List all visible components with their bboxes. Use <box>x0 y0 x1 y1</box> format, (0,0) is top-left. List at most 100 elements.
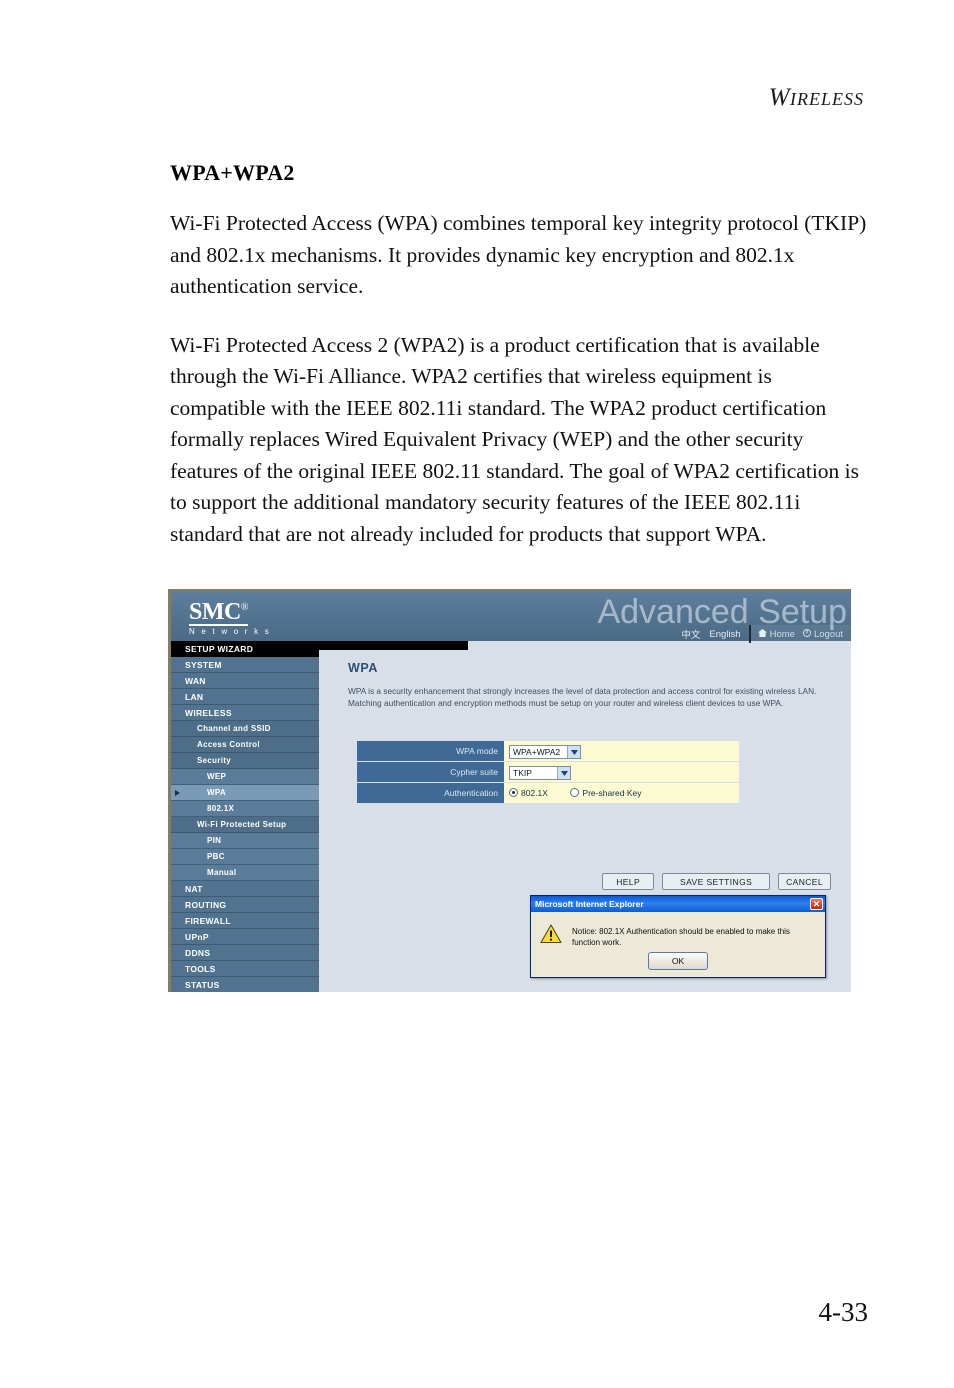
sidebar-item-label: TOOLS <box>185 964 216 974</box>
sidebar-item-tools[interactable]: TOOLS <box>171 961 319 977</box>
authentication-label: Authentication <box>357 782 504 804</box>
close-icon[interactable]: ✕ <box>810 898 823 910</box>
sidebar-item-label: PIN <box>207 836 222 845</box>
dialog-ok-button[interactable]: OK <box>648 952 708 970</box>
sidebar-item-firewall[interactable]: FIREWALL <box>171 913 319 929</box>
sidebar-item-label: SYSTEM <box>185 660 222 670</box>
sidebar-menu: SETUP WIZARD SYSTEM WAN LAN WIRELESS Channel … <box>171 641 319 992</box>
form-row-cypher-suite: Cypher suite TKIP <box>357 761 739 783</box>
wpa-mode-select[interactable]: WPA+WPA2 <box>509 745 581 759</box>
sidebar-item-manual[interactable]: Manual <box>171 865 319 881</box>
sidebar-item-security[interactable]: Security <box>171 753 319 769</box>
sidebar-item-802-1x[interactable]: 802.1X <box>171 801 319 817</box>
logout-link[interactable]: Logout <box>802 628 843 640</box>
radio-off-icon <box>570 788 580 797</box>
radio-on-icon <box>509 788 518 797</box>
auth-radio-preshared-key[interactable]: Pre-shared Key <box>570 788 641 798</box>
sidebar-item-ddns[interactable]: DDNS <box>171 945 319 961</box>
language-switcher: 中文 English <box>681 625 751 643</box>
paragraph-2: Wi-Fi Protected Access 2 (WPA2) is a pro… <box>170 332 860 546</box>
sidebar-item-lan[interactable]: LAN <box>171 689 319 705</box>
sidebar-item-label: WEP <box>207 772 227 781</box>
home-link-label: Home <box>769 628 795 640</box>
running-header: WIRELESS <box>769 84 864 112</box>
content-description: WPA is a security enhancement that stron… <box>348 686 817 708</box>
dialog-message: Notice: 802.1X Authentication should be … <box>572 927 790 947</box>
sidebar-item-label: FIREWALL <box>185 916 231 926</box>
cypher-suite-label: Cypher suite <box>357 761 504 783</box>
sidebar-item-label: Manual <box>207 868 237 877</box>
auth-radio-8021x[interactable]: 802.1X <box>509 788 548 798</box>
auth-radio-8021x-label: 802.1X <box>521 787 548 798</box>
logout-link-label: Logout <box>813 628 843 640</box>
warning-triangle-icon <box>540 924 562 944</box>
wpa-settings-form: WPA mode WPA+WPA2 Cypher suite TKIP Auth… <box>357 741 739 804</box>
sidebar-item-wpa[interactable]: WPA <box>171 785 319 801</box>
home-link[interactable]: Home <box>757 628 795 640</box>
sidebar-item-label: Access Control <box>197 740 260 749</box>
chevron-down-icon <box>567 746 580 758</box>
sidebar-item-status[interactable]: STATUS <box>171 977 319 992</box>
sidebar-item-label: LAN <box>185 692 204 702</box>
auth-radio-preshared-key-label: Pre-shared Key <box>582 787 642 798</box>
dialog-title-text: Microsoft Internet Explorer <box>535 899 644 909</box>
sidebar-item-label: Security <box>197 756 231 765</box>
page-title: WPA+WPA2 <box>170 160 295 185</box>
sidebar-item-label: DDNS <box>185 948 211 958</box>
wpa-mode-cell: WPA+WPA2 <box>504 741 739 762</box>
sidebar-item-setup-wizard[interactable]: SETUP WIZARD <box>171 641 319 657</box>
sidebar-item-label: Channel and SSID <box>197 724 271 733</box>
document-body: WPA+WPA2 Wi-Fi Protected Access (WPA) co… <box>170 160 870 577</box>
sidebar-item-label: SETUP WIZARD <box>185 644 254 654</box>
sidebar-item-label: ROUTING <box>185 900 227 910</box>
sidebar-item-label: 802.1X <box>207 804 235 813</box>
help-button[interactable]: HELP <box>602 873 655 890</box>
language-english[interactable]: English <box>709 629 740 640</box>
sidebar-item-label: WAN <box>185 676 206 686</box>
cypher-suite-select[interactable]: TKIP <box>509 766 571 780</box>
smc-logo-text: SMC <box>189 599 241 625</box>
page-number: 4-33 <box>818 1297 869 1327</box>
paragraph-1: Wi-Fi Protected Access (WPA) combines te… <box>170 211 867 298</box>
sidebar-item-label: NAT <box>185 884 203 894</box>
system-links: Home Logout <box>750 625 851 643</box>
running-header-rest: IRELESS <box>790 89 864 109</box>
form-actions: HELP SAVE SETTINGS CANCEL <box>602 873 831 890</box>
chevron-down-icon <box>557 767 570 779</box>
language-chinese[interactable]: 中文 <box>681 627 700 641</box>
sidebar-item-routing[interactable]: ROUTING <box>171 897 319 913</box>
form-row-wpa-mode: WPA mode WPA+WPA2 <box>357 741 739 762</box>
router-admin-screenshot: Advanced Setup SMC® N e t w o r k s 中文 E… <box>168 589 851 992</box>
sidebar-item-label: UPnP <box>185 932 209 942</box>
sidebar-item-label: WIRELESS <box>185 708 232 718</box>
sidebar-item-access-control[interactable]: Access Control <box>171 737 319 753</box>
running-header-initial: W <box>768 84 790 111</box>
sidebar-item-upnp[interactable]: UPnP <box>171 929 319 945</box>
browser-alert-dialog: Microsoft Internet Explorer ✕ Notice: 80… <box>530 895 826 978</box>
sidebar-item-label: WPA <box>207 788 226 797</box>
screenshot-header-bar: Advanced Setup SMC® N e t w o r k s 中文 E… <box>171 589 851 643</box>
sidebar-item-wireless[interactable]: WIRELESS <box>171 705 319 721</box>
sidebar-item-pin[interactable]: PIN <box>171 833 319 849</box>
logout-icon <box>802 628 811 640</box>
cypher-suite-selected-value: TKIP <box>513 768 532 778</box>
sidebar-item-label: PBC <box>207 852 225 861</box>
sidebar-item-pbc[interactable]: PBC <box>171 849 319 865</box>
sidebar-item-system[interactable]: SYSTEM <box>171 657 319 673</box>
sidebar-item-wi-fi-protected-setup[interactable]: Wi-Fi Protected Setup <box>171 817 319 833</box>
sidebar-item-wan[interactable]: WAN <box>171 673 319 689</box>
registered-trademark-icon: ® <box>240 602 249 613</box>
cancel-button[interactable]: CANCEL <box>778 873 831 890</box>
sidebar-item-label: STATUS <box>185 980 220 990</box>
smc-logo-mark: SMC® <box>189 596 248 626</box>
sidebar-item-channel-and-ssid[interactable]: Channel and SSID <box>171 721 319 737</box>
content-title: WPA <box>348 661 379 675</box>
dialog-title-bar[interactable]: Microsoft Internet Explorer ✕ <box>531 896 825 912</box>
content-panel: WPA WPA is a security enhancement that s… <box>319 650 851 990</box>
sidebar-item-label: Wi-Fi Protected Setup <box>197 820 287 829</box>
wpa-mode-selected-value: WPA+WPA2 <box>513 747 561 757</box>
save-settings-button[interactable]: SAVE SETTINGS <box>662 873 771 890</box>
wpa-mode-label: WPA mode <box>357 741 504 762</box>
sidebar-item-nat[interactable]: NAT <box>171 881 319 897</box>
sidebar-item-wep[interactable]: WEP <box>171 769 319 785</box>
